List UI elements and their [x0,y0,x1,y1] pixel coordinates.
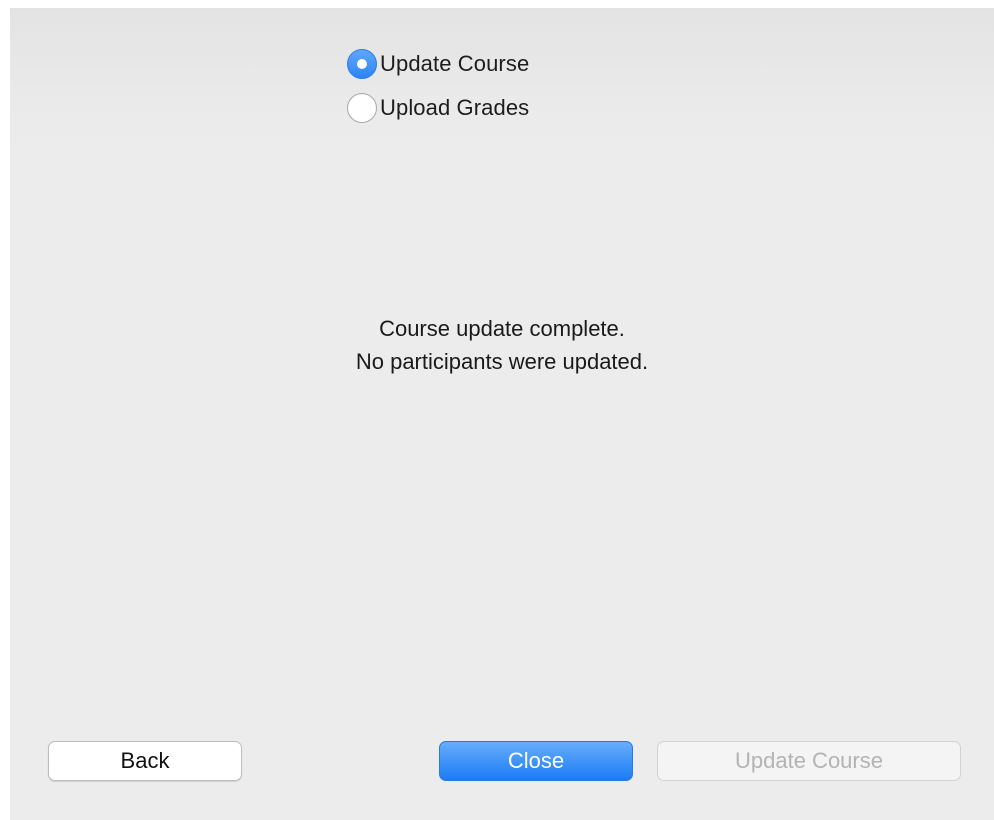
radio-option-upload-grades[interactable]: Upload Grades [347,86,529,130]
close-button[interactable]: Close [439,741,633,781]
status-message: Course update complete. No participants … [10,312,994,378]
status-message-line-2: No participants were updated. [355,349,649,374]
dialog-window: Update Course Upload Grades Course updat… [10,8,994,820]
mode-radio-group: Update Course Upload Grades [347,42,529,130]
radio-button-unselected-icon[interactable] [347,93,377,123]
status-message-line-1: Course update complete. [379,316,625,341]
radio-button-selected-icon[interactable] [347,49,377,79]
radio-label-upload-grades: Upload Grades [380,95,530,120]
radio-option-update-course[interactable]: Update Course [347,42,529,86]
radio-label-update-course: Update Course [380,51,530,76]
update-course-button: Update Course [657,741,961,781]
back-button[interactable]: Back [48,741,242,781]
